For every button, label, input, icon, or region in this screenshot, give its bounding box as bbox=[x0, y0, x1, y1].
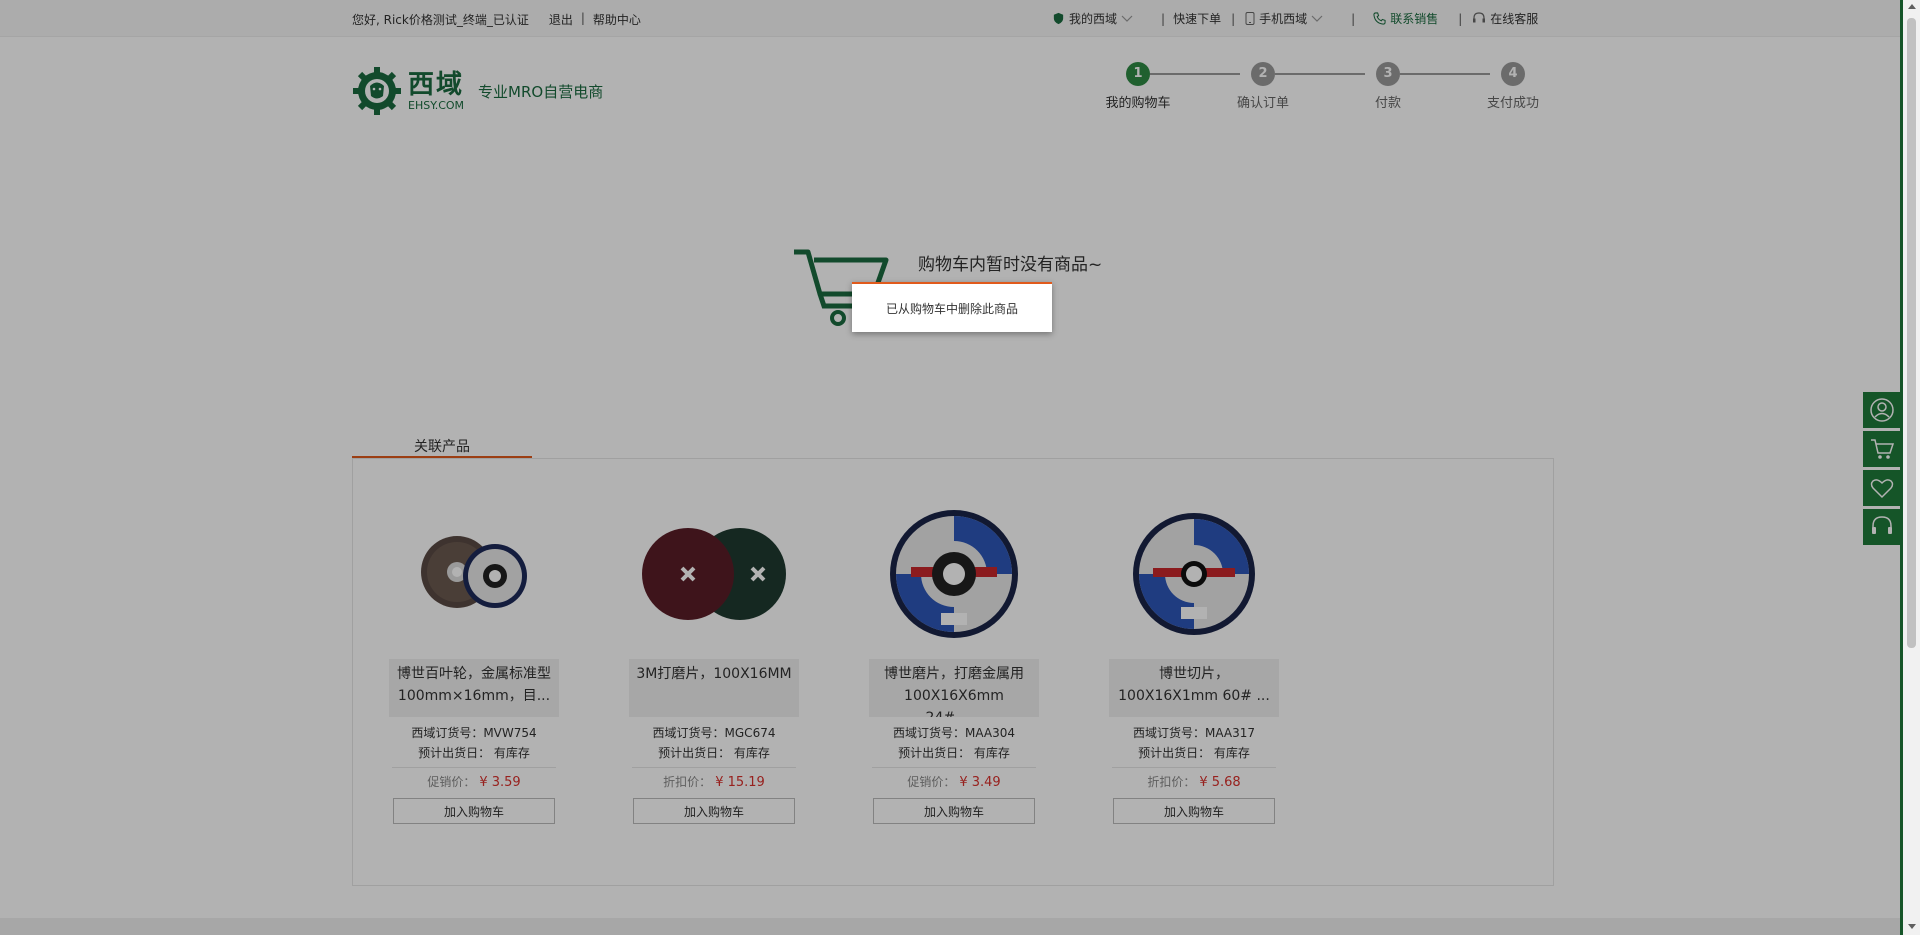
scrollbar-thumb[interactable] bbox=[1907, 18, 1916, 648]
scroll-up-arrow-icon[interactable] bbox=[1908, 4, 1916, 9]
modal-overlay bbox=[0, 0, 1903, 935]
toast-message: 已从购物车中删除此商品 bbox=[852, 282, 1052, 332]
page-scrollbar[interactable] bbox=[1903, 0, 1920, 935]
scroll-down-arrow-icon[interactable] bbox=[1908, 924, 1916, 929]
